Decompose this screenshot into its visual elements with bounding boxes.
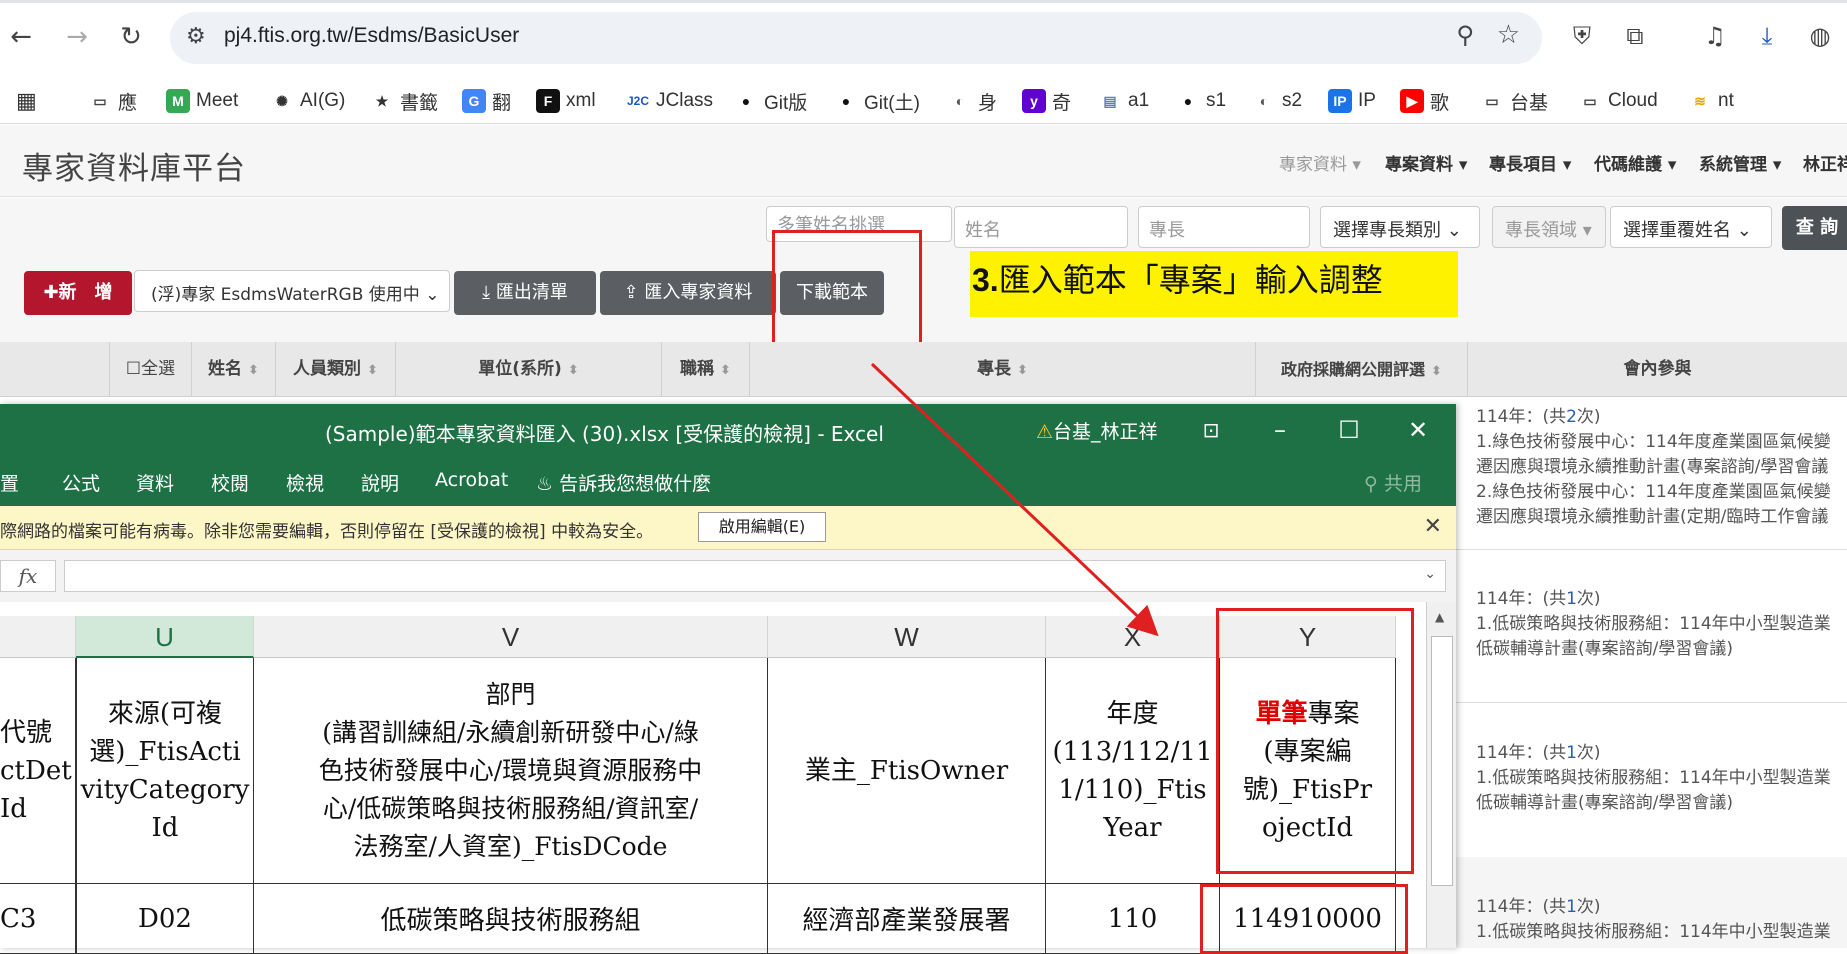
- arrow-line: [870, 362, 1159, 637]
- annotation-arrow: [870, 362, 1159, 637]
